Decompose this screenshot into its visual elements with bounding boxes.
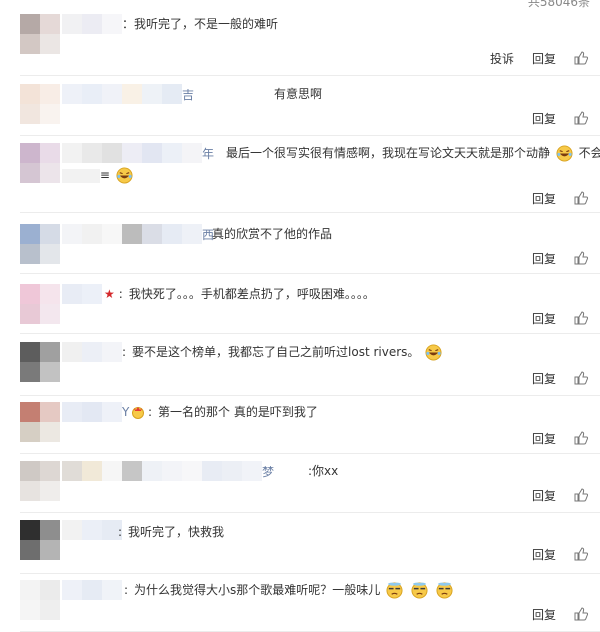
comment-text: : 我听完了，快救我: [118, 525, 225, 539]
thumbs-up-icon[interactable]: [574, 251, 588, 265]
comment-item: : 要不是这个榜单，我都忘了自己之前听过lost rivers。 回复: [0, 342, 600, 396]
thumbs-up-icon[interactable]: [574, 371, 588, 385]
username-blurred[interactable]: [62, 342, 122, 362]
reply-link[interactable]: 回复: [532, 190, 556, 207]
comment-item: 年 最后一个很写实很有情感啊，我现在写论文天天就是那个动静 不会 ≡ 回复: [0, 143, 600, 213]
comment-item: ：我听完了，不是一般的难听 投诉 回复: [0, 14, 600, 76]
avatar[interactable]: [20, 284, 60, 324]
comment-actions: 投诉 回复: [490, 48, 588, 68]
comment-text: ：我听完了，不是一般的难听: [122, 17, 279, 31]
thumbs-up-icon[interactable]: [574, 311, 588, 325]
comment-actions: 回复: [532, 485, 588, 505]
laughing-emoji-icon: [425, 344, 442, 361]
thumbs-up-icon[interactable]: [574, 51, 588, 65]
thumbs-up-icon[interactable]: [574, 111, 588, 125]
avatar[interactable]: [20, 14, 60, 54]
thumbs-up-icon[interactable]: [574, 191, 588, 205]
avatar[interactable]: [20, 143, 60, 183]
thumbs-up-icon[interactable]: [574, 607, 588, 621]
laughing-emoji-icon: [556, 145, 573, 162]
reply-link[interactable]: 回复: [532, 546, 556, 563]
username-blurred[interactable]: 西: [62, 224, 214, 244]
comment-actions: 回复: [532, 308, 588, 328]
thumbs-up-icon[interactable]: [574, 488, 588, 502]
comment-item: ★: 我快死了。。。手机都差点扔了，呼吸困难。。。。 回复: [0, 284, 600, 334]
comment-item: 吉 有意思啊 回复: [0, 84, 600, 136]
comment-text-line2: ≡: [62, 165, 135, 185]
avatar[interactable]: [20, 461, 60, 501]
comment-text: 最后一个很写实很有情感啊，我现在写论文天天就是那个动静 不会: [226, 145, 600, 162]
reply-link[interactable]: 回复: [532, 250, 556, 267]
star-icon: ★: [104, 287, 115, 301]
reply-link[interactable]: 回复: [532, 430, 556, 447]
comment-text: 真的欣赏不了他的作品: [212, 227, 333, 241]
reply-link[interactable]: 回复: [532, 487, 556, 504]
comment-actions: 回复: [532, 188, 588, 208]
comment-item: 西 真的欣赏不了他的作品 回复: [0, 224, 600, 274]
comment-actions: 回复: [532, 604, 588, 624]
sweat-emoji-icon: [436, 582, 453, 599]
total-comment-count: 共58046条: [527, 0, 590, 9]
username-blurred[interactable]: 梦: [62, 461, 274, 481]
username-blurred[interactable]: [62, 580, 122, 600]
thumbs-up-icon[interactable]: [574, 547, 588, 561]
reply-link[interactable]: 回复: [532, 310, 556, 327]
crown-emoji-icon: [132, 407, 145, 419]
comment-item: : 我听完了，快救我 回复: [0, 520, 600, 574]
comment-text: : 第一名的那个 真的是吓到我了: [148, 405, 318, 419]
comment-text: ★: 我快死了。。。手机都差点扔了，呼吸困难。。。。: [104, 287, 375, 301]
comment-text: : 为什么我觉得大小s那个歌最难听呢？一般味儿: [124, 580, 455, 600]
comment-actions: 回复: [532, 248, 588, 268]
comment-text: : 要不是这个榜单，我都忘了自己之前听过lost rivers。: [122, 342, 444, 362]
avatar[interactable]: [20, 402, 60, 442]
username-blurred[interactable]: [62, 14, 122, 34]
comment-text: :你xx: [308, 464, 339, 478]
comment-actions: 回复: [532, 368, 588, 388]
comment-text: 有意思啊: [274, 87, 323, 101]
username-blurred[interactable]: 年: [62, 143, 214, 163]
reply-link[interactable]: 回复: [532, 50, 556, 67]
username-blurred[interactable]: [62, 520, 122, 540]
sweat-emoji-icon: [386, 582, 403, 599]
username-blurred[interactable]: 吉: [62, 84, 194, 104]
username-blurred[interactable]: Y: [62, 402, 151, 422]
sweat-emoji-icon: [411, 582, 428, 599]
laughing-emoji-icon: [116, 167, 133, 184]
avatar[interactable]: [20, 84, 60, 124]
comment-item: 梦 :你xx 回复: [0, 461, 600, 513]
avatar[interactable]: [20, 580, 60, 620]
report-link[interactable]: 投诉: [490, 50, 514, 67]
comment-actions: 回复: [532, 428, 588, 448]
reply-link[interactable]: 回复: [532, 370, 556, 387]
username-blurred[interactable]: [62, 284, 102, 304]
comment-actions: 回复: [532, 544, 588, 564]
comment-actions: 回复: [532, 108, 588, 128]
reply-link[interactable]: 回复: [532, 606, 556, 623]
comment-item: : 为什么我觉得大小s那个歌最难听呢？一般味儿 回复: [0, 580, 600, 632]
reply-link[interactable]: 回复: [532, 110, 556, 127]
avatar[interactable]: [20, 520, 60, 560]
comment-item: Y : 第一名的那个 真的是吓到我了 回复: [0, 402, 600, 454]
avatar[interactable]: [20, 224, 60, 264]
thumbs-up-icon[interactable]: [574, 431, 588, 445]
avatar[interactable]: [20, 342, 60, 382]
